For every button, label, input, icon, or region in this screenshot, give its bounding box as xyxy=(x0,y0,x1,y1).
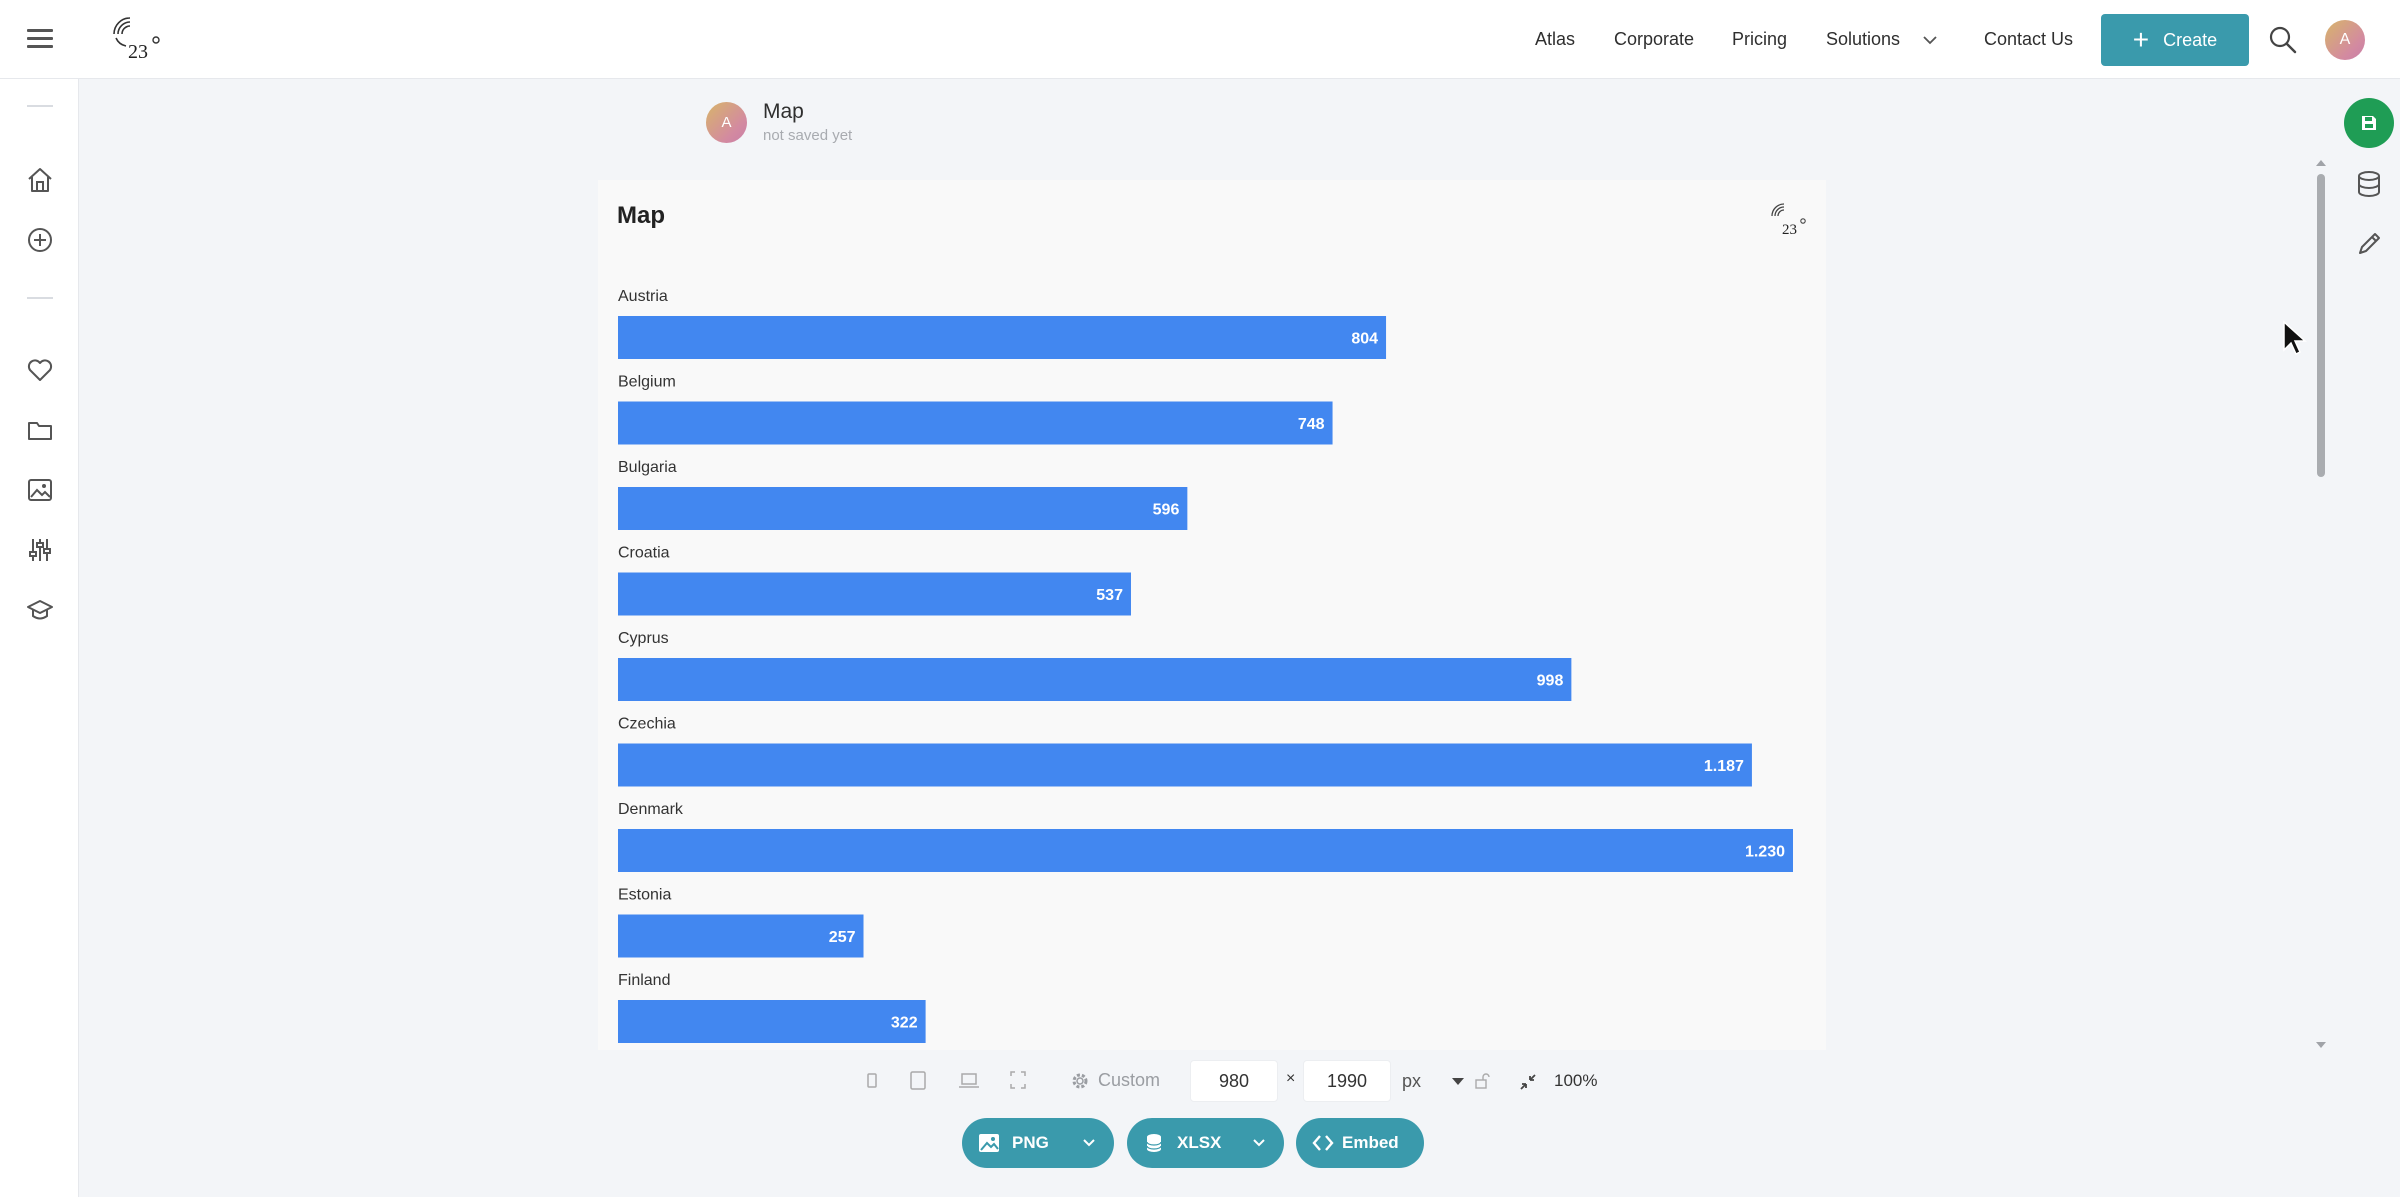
export-png-button[interactable]: PNG xyxy=(962,1118,1114,1168)
category-label: Cyprus xyxy=(618,630,669,647)
nav-contact-us[interactable]: Contact Us xyxy=(1984,0,2073,79)
nav-item-label[interactable]: Contact Us xyxy=(1984,29,2073,50)
plus-icon: + xyxy=(2132,24,2150,55)
folder-icon[interactable] xyxy=(25,415,55,445)
search-icon[interactable] xyxy=(2268,25,2298,55)
laptop-view-icon[interactable] xyxy=(958,1068,980,1092)
category-label: Bulgaria xyxy=(618,459,677,476)
sidebar-divider xyxy=(27,105,53,107)
nav-corporate[interactable]: Corporate xyxy=(1614,0,1694,79)
scrollbar-thumb[interactable] xyxy=(2317,174,2325,477)
nav-pricing[interactable]: Pricing xyxy=(1732,0,1787,79)
category-label: Austria xyxy=(618,288,668,305)
top-navigation-bar: 23 Atlas Corporate Pricing Solutions Con… xyxy=(0,0,2400,79)
nav-atlas[interactable]: Atlas xyxy=(1535,0,1575,79)
export-png-label: PNG xyxy=(1012,1133,1049,1152)
nav-item-label[interactable]: Pricing xyxy=(1732,29,1787,50)
data-label: 1.230 xyxy=(1745,844,1785,861)
owner-avatar: A xyxy=(706,102,747,143)
add-circle-icon[interactable] xyxy=(25,225,55,255)
bar[interactable] xyxy=(618,1000,926,1043)
image-icon[interactable] xyxy=(25,475,55,505)
user-avatar[interactable]: A xyxy=(2325,20,2365,60)
bar[interactable] xyxy=(618,658,1572,701)
image-icon xyxy=(979,1134,999,1152)
floppy-disk-icon xyxy=(2362,116,2376,130)
nav-solutions[interactable]: Solutions xyxy=(1826,0,1938,79)
chart-card: Map 23 Austria 804 Belgium 748 Bulgaria 596 Cr… xyxy=(598,180,1826,1050)
document-title[interactable]: Map xyxy=(763,100,804,124)
create-button-label: Create xyxy=(2163,29,2218,50)
data-label: 537 xyxy=(1096,587,1123,604)
database-icon[interactable] xyxy=(2354,169,2384,199)
unit-dropdown-caret[interactable] xyxy=(1452,1078,1464,1085)
create-button[interactable]: + Create xyxy=(2101,14,2249,66)
dimension-separator: × xyxy=(1286,1070,1296,1087)
pencil-icon[interactable] xyxy=(2354,229,2384,259)
zoom-level[interactable]: 100% xyxy=(1554,1071,1597,1091)
data-label: 998 xyxy=(1537,673,1564,690)
chevron-down-icon[interactable] xyxy=(1082,1136,1096,1150)
category-label: Czechia xyxy=(618,716,676,733)
menu-icon[interactable] xyxy=(27,29,53,49)
left-sidebar xyxy=(0,79,79,1197)
bar-chart: Austria 804 Belgium 748 Bulgaria 596 Croatia 53… xyxy=(618,288,1793,1043)
embed-button-label: Embed xyxy=(1342,1133,1399,1152)
tablet-view-icon[interactable] xyxy=(908,1068,928,1092)
data-label: 804 xyxy=(1351,331,1378,348)
sidebar-divider xyxy=(27,297,53,299)
chevron-down-icon[interactable] xyxy=(1922,35,1938,45)
embed-button[interactable]: Embed xyxy=(1296,1118,1424,1168)
code-icon xyxy=(1312,1135,1334,1151)
scroll-down-arrow[interactable] xyxy=(2316,1042,2326,1048)
svg-text:23: 23 xyxy=(128,41,148,63)
data-label: 748 xyxy=(1298,416,1325,433)
category-label: Denmark xyxy=(618,801,684,818)
size-preset[interactable]: Custom xyxy=(1070,1070,1160,1091)
bar[interactable] xyxy=(618,914,864,958)
bar[interactable] xyxy=(618,487,1188,530)
data-label: 1.187 xyxy=(1704,758,1744,775)
fullscreen-icon[interactable] xyxy=(1008,1068,1028,1092)
data-label: 596 xyxy=(1153,502,1180,519)
category-label: Finland xyxy=(618,972,670,989)
bar[interactable] xyxy=(618,401,1333,445)
graduation-cap-icon[interactable] xyxy=(25,595,55,625)
save-status: not saved yet xyxy=(763,127,853,144)
data-label: 322 xyxy=(891,1015,918,1032)
category-label: Estonia xyxy=(618,887,671,904)
category-label: Belgium xyxy=(618,374,676,391)
width-input[interactable] xyxy=(1190,1060,1278,1102)
height-input[interactable] xyxy=(1303,1060,1391,1102)
scroll-up-arrow[interactable] xyxy=(2316,160,2326,166)
nav-item-label[interactable]: Corporate xyxy=(1614,29,1694,50)
save-button[interactable] xyxy=(2344,98,2394,148)
phone-view-icon[interactable] xyxy=(862,1068,882,1092)
home-icon[interactable] xyxy=(25,165,55,195)
bar[interactable] xyxy=(618,743,1752,787)
export-xlsx-label: XLSX xyxy=(1177,1133,1222,1152)
mouse-cursor-icon xyxy=(2283,320,2307,356)
nav-item-label[interactable]: Atlas xyxy=(1535,29,1575,50)
database-icon xyxy=(1146,1134,1162,1152)
export-xlsx-button[interactable]: XLSX xyxy=(1127,1118,1284,1168)
heart-icon[interactable] xyxy=(25,355,55,385)
bar[interactable] xyxy=(618,572,1131,616)
bar[interactable] xyxy=(618,316,1387,359)
size-preset-label: Custom xyxy=(1098,1070,1161,1090)
data-label: 257 xyxy=(829,929,856,946)
unlock-icon[interactable] xyxy=(1474,1072,1490,1090)
sliders-icon[interactable] xyxy=(25,535,55,565)
bar[interactable] xyxy=(618,829,1793,872)
category-label: Croatia xyxy=(618,545,670,562)
shrink-arrows-icon[interactable] xyxy=(1518,1072,1538,1092)
chevron-down-icon[interactable] xyxy=(1252,1136,1266,1150)
nav-item-label[interactable]: Solutions xyxy=(1826,29,1900,50)
brand-logo[interactable]: 23 xyxy=(106,14,164,64)
gear-icon xyxy=(1072,1073,1088,1088)
unit-label: px xyxy=(1402,1071,1422,1091)
